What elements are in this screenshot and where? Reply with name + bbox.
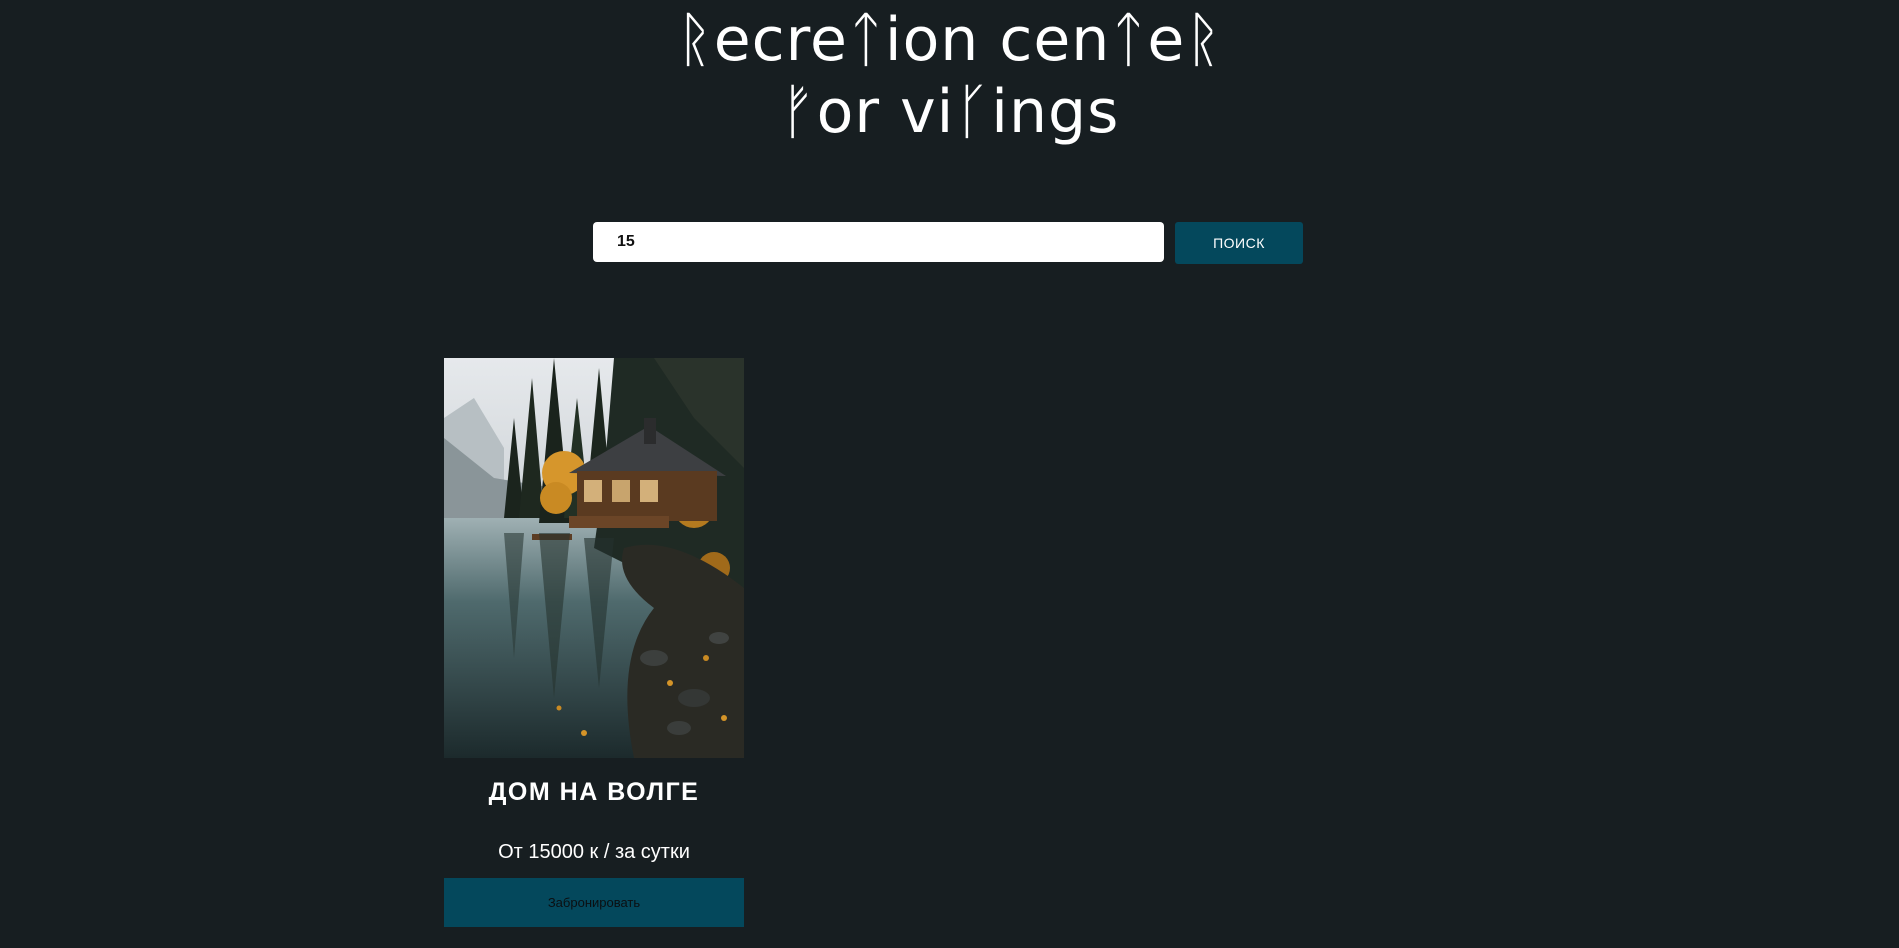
book-button[interactable]: Забронировать [444, 878, 744, 927]
listing-card: ДОМ НА ВОЛГЕ От 15000 к / за сутки Забро… [444, 358, 744, 927]
site-title-line-1: ᚱecreᛏion cenᛏeᚱ [676, 5, 1223, 75]
site-title-line-2: ᚠor viᚴings [779, 77, 1120, 147]
site-title: ᚱecreᛏion cenᛏeᚱ ᚠor viᚴings [0, 4, 1899, 148]
search-button[interactable]: ПОИСК [1175, 222, 1303, 264]
listing-price: От 15000 к / за сутки [498, 841, 690, 863]
listing-title: ДОМ НА ВОЛГЕ [488, 778, 700, 806]
cabin-lake-image [444, 358, 744, 758]
search-bar: ПОИСК [593, 222, 1303, 264]
search-input[interactable] [593, 222, 1164, 262]
